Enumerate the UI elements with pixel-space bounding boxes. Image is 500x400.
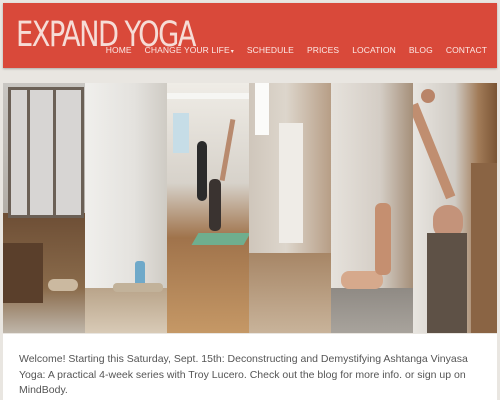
photo-gallery: [3, 83, 497, 333]
main-nav: HOME CHANGE YOUR LIFE▾ SCHEDULE PRICES L…: [93, 45, 487, 55]
nav-location[interactable]: LOCATION: [352, 45, 396, 55]
content-area: Welcome! Starting this Saturday, Sept. 1…: [3, 334, 497, 400]
nav-blog[interactable]: BLOG: [409, 45, 433, 55]
chevron-down-icon: ▾: [230, 49, 234, 55]
nav-change-your-life[interactable]: CHANGE YOUR LIFE▾: [145, 45, 234, 55]
studio-white-wall-photo: [85, 83, 167, 333]
nav-prices[interactable]: PRICES: [307, 45, 339, 55]
site-header: EXPAND YOGA HOME CHANGE YOUR LIFE▾ SCHED…: [3, 3, 497, 68]
studio-bright-window-photo: [249, 83, 331, 333]
nav-schedule[interactable]: SCHEDULE: [247, 45, 294, 55]
nav-contact[interactable]: CONTACT: [446, 45, 487, 55]
stretching-instructor-photo: [413, 83, 497, 333]
nav-change-your-life-label: CHANGE YOUR LIFE: [144, 45, 230, 55]
announcement-text: Welcome! Starting this Saturday, Sept. 1…: [19, 353, 468, 396]
hand-on-mat-photo: [331, 83, 413, 333]
studio-window-photo: [3, 83, 85, 333]
class-standing-pose-photo: [167, 83, 249, 333]
nav-home[interactable]: HOME: [106, 45, 132, 55]
